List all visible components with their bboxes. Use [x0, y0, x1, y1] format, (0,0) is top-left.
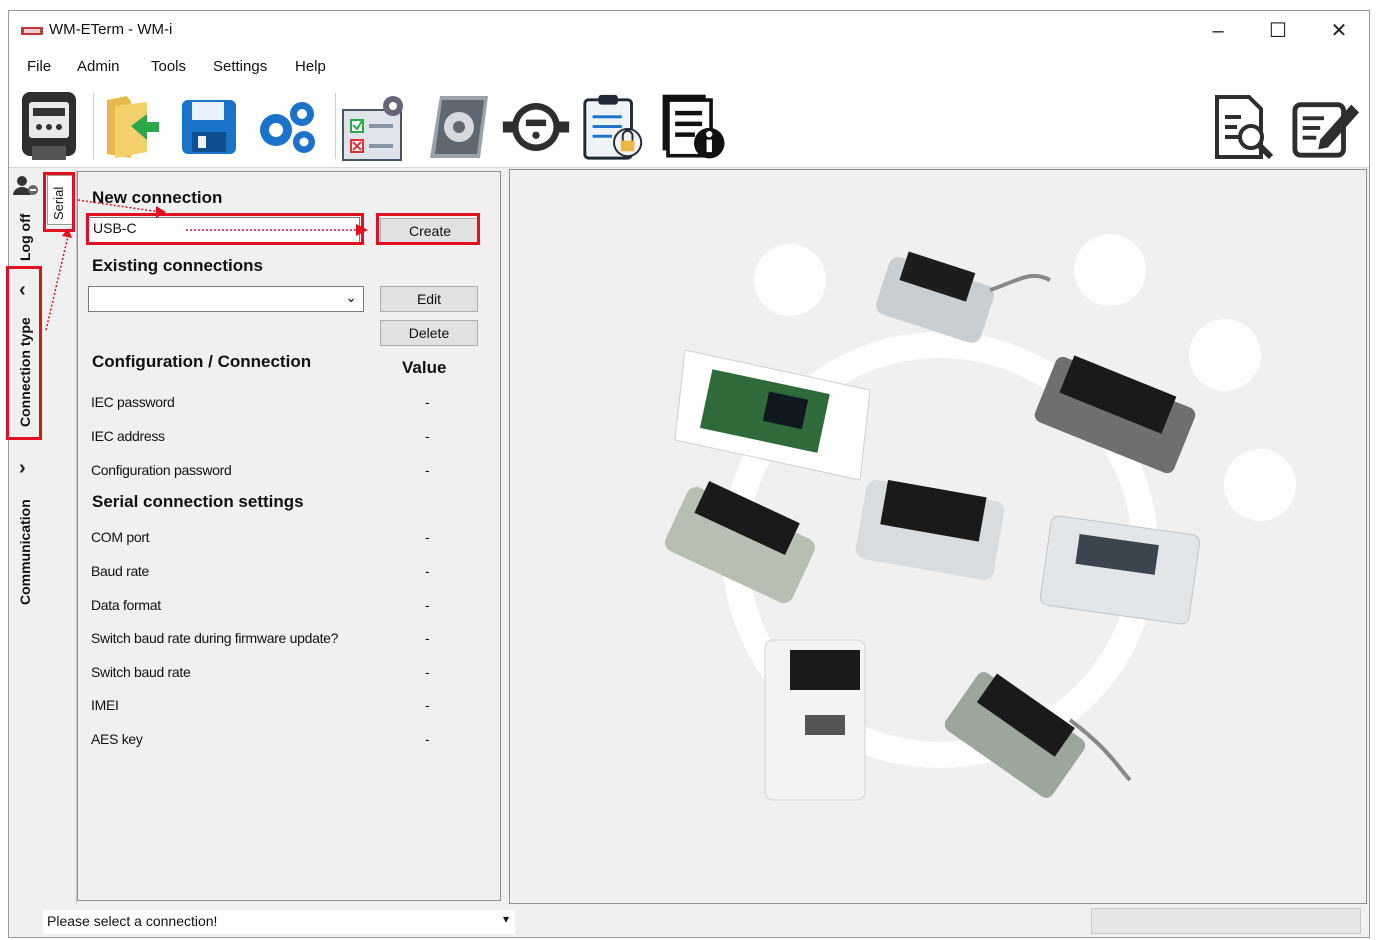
annotation-arrows — [45, 199, 368, 331]
